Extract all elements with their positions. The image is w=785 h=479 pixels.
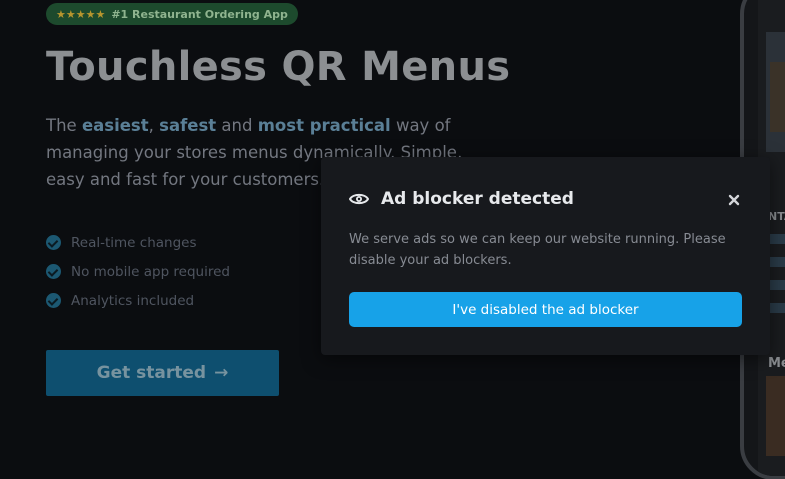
top-badge: ★★★★★ #1 Restaurant Ordering App <box>46 3 298 25</box>
check-circle-icon <box>46 264 61 279</box>
phone-text-fragment: NTA <box>768 210 785 223</box>
modal-message: We serve ads so we can keep our website … <box>349 232 726 268</box>
highlight-most-practical: most practical <box>257 116 391 135</box>
feature-label: Analytics included <box>71 292 195 309</box>
phone-hero-image <box>766 32 785 152</box>
check-circle-icon <box>46 235 61 250</box>
feature-item: Real-time changes <box>46 228 230 257</box>
eye-icon <box>349 193 369 205</box>
get-started-label: Get started <box>96 363 207 383</box>
highlight-easiest: easiest <box>81 116 149 135</box>
close-icon[interactable] <box>725 191 743 209</box>
feature-item: Analytics included <box>46 286 230 315</box>
badge-text: #1 Restaurant Ordering App <box>111 7 288 21</box>
feature-item: No mobile app required <box>46 257 230 286</box>
star-rating-icon: ★★★★★ <box>56 7 106 21</box>
highlight-safest: safest <box>159 116 217 135</box>
disabled-ad-blocker-button[interactable]: I've disabled the ad blocker <box>349 292 742 327</box>
feature-list: Real-time changes No mobile app required… <box>46 228 230 315</box>
ad-blocker-modal: Ad blocker detected We serve ads so we c… <box>321 157 770 355</box>
feature-label: No mobile app required <box>71 263 230 280</box>
phone-food-image <box>766 376 785 456</box>
phone-text-fragment: Me <box>768 356 785 371</box>
page-title: Touchless QR Menus <box>46 44 511 90</box>
modal-title: Ad blocker detected <box>381 189 574 209</box>
modal-header: Ad blocker detected <box>349 189 574 209</box>
check-circle-icon <box>46 293 61 308</box>
get-started-button[interactable]: Get started → <box>46 350 279 396</box>
feature-label: Real-time changes <box>71 234 197 251</box>
phone-line <box>768 280 785 290</box>
phone-line <box>768 234 785 244</box>
phone-line <box>768 303 785 313</box>
phone-line <box>768 257 785 267</box>
arrow-right-icon: → <box>214 363 229 383</box>
